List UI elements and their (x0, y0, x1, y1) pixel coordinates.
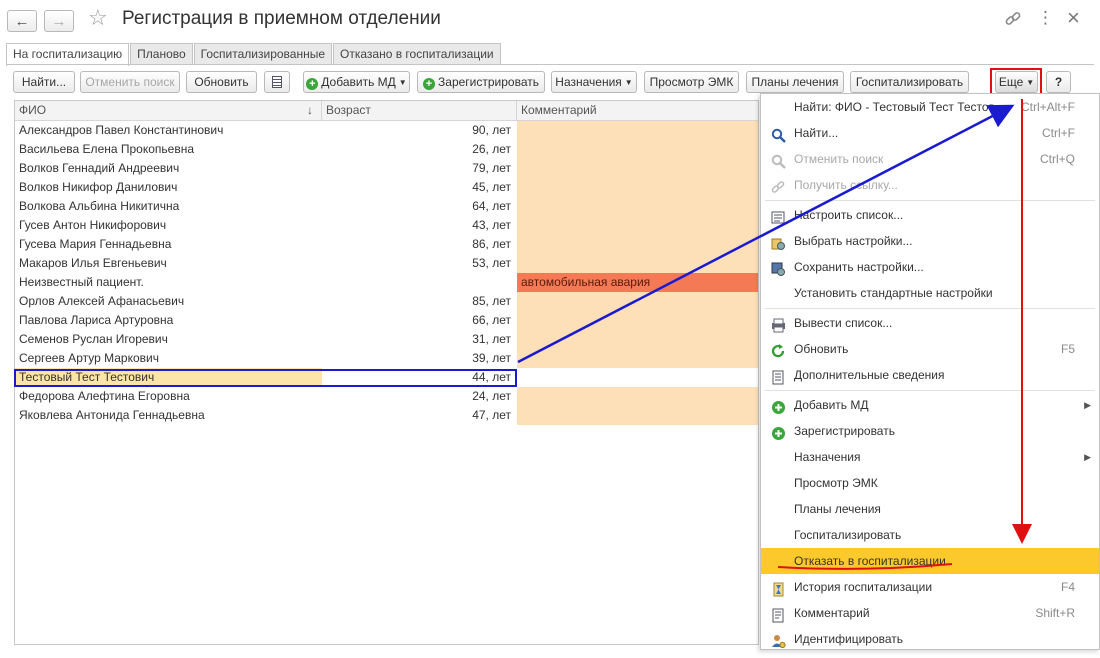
annotation-arrow-blue (517, 104, 1015, 364)
annotation-arrows (517, 99, 1032, 570)
annotation-underline-red (777, 563, 953, 570)
